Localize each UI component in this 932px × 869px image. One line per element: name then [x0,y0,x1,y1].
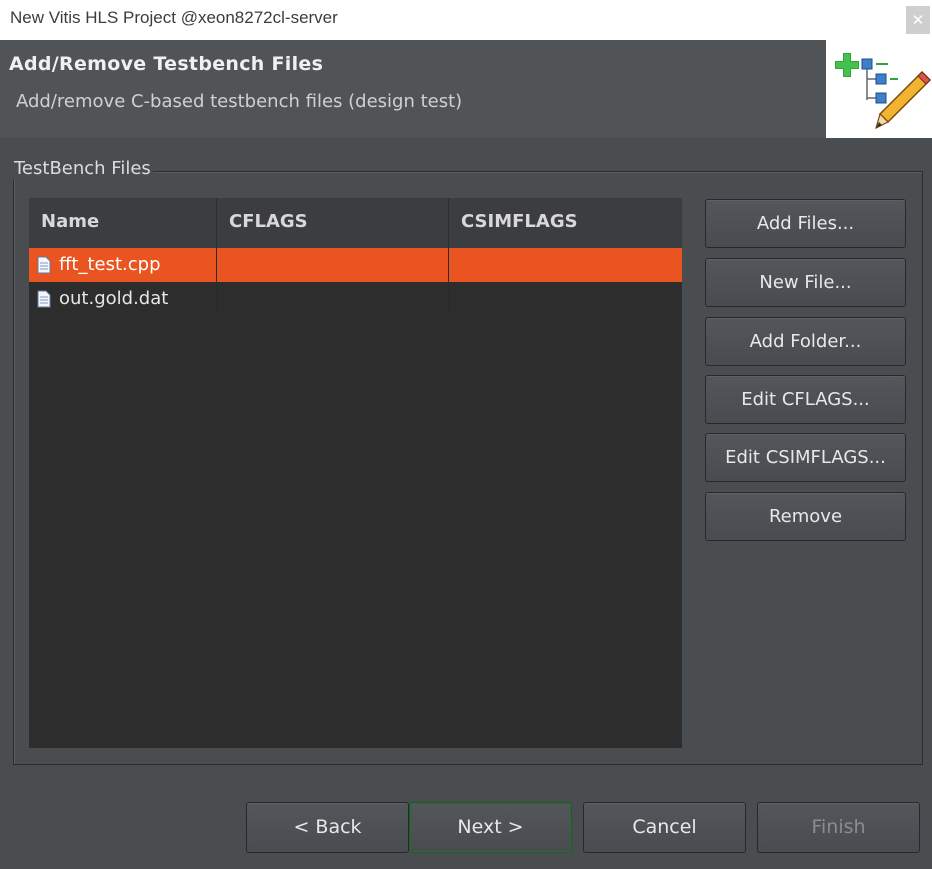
close-icon[interactable]: ✕ [906,6,930,34]
table-row[interactable]: fft_test.cpp [29,248,682,282]
group-label: TestBench Files [12,158,153,179]
table-row[interactable]: out.gold.dat [29,282,682,316]
add-files-button[interactable]: Add Files... [705,199,906,248]
remove-button[interactable]: Remove [705,492,906,541]
finish-button[interactable]: Finish [757,802,920,853]
window-titlebar: New Vitis HLS Project @xeon8272cl-server… [0,0,932,40]
edit-csimflags-button[interactable]: Edit CSIMFLAGS... [705,433,906,482]
testbench-files-table[interactable]: Name CFLAGS CSIMFLAGS fft_test.cpp out.g… [29,198,682,748]
page-title: Add/Remove Testbench Files [9,53,324,75]
page-subtitle: Add/remove C-based testbench files (desi… [16,91,463,112]
table-header: Name CFLAGS CSIMFLAGS [29,198,682,248]
next-button[interactable]: Next > [409,802,572,853]
column-header-csimflags[interactable]: CSIMFLAGS [449,198,682,248]
add-folder-button[interactable]: Add Folder... [705,317,906,366]
window-title: New Vitis HLS Project @xeon8272cl-server [10,8,338,27]
back-button[interactable]: < Back [246,802,409,853]
file-icon [37,256,51,274]
new-file-button[interactable]: New File... [705,258,906,307]
row-name: fft_test.cpp [59,254,161,275]
edit-cflags-button[interactable]: Edit CFLAGS... [705,375,906,424]
column-divider [216,282,217,316]
wizard-banner-icon [826,40,932,138]
column-divider [448,248,449,282]
file-icon [37,290,51,308]
column-header-name[interactable]: Name [29,198,217,248]
column-divider [448,282,449,316]
column-header-cflags[interactable]: CFLAGS [217,198,449,248]
wizard-header: Add/Remove Testbench Files Add/remove C-… [0,40,932,138]
cancel-button[interactable]: Cancel [583,802,746,853]
column-divider [216,248,217,282]
row-name: out.gold.dat [59,288,169,309]
